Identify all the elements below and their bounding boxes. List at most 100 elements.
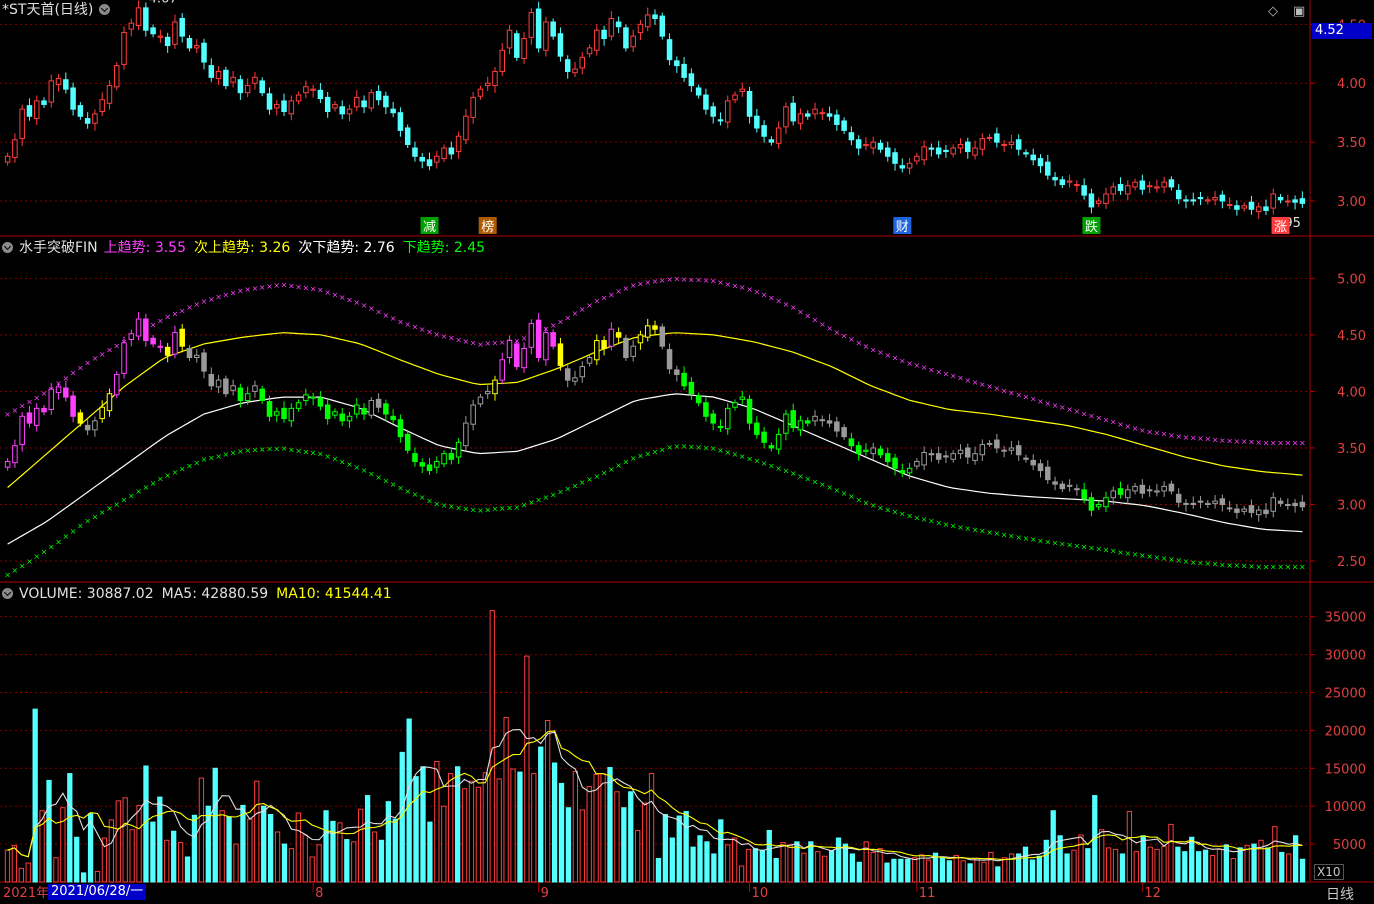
indicator-legend-value-1: 3.26 [259,240,291,256]
y-tick-label: 4.00 [1337,77,1366,92]
volume-bar [441,805,447,883]
candle [572,68,578,74]
upper-trend-mark: × [26,397,33,406]
upper-trend-mark: × [4,410,11,419]
volume-bar [94,870,101,883]
candle [870,141,876,149]
lower-trend-mark: × [972,525,979,534]
indicator-candle [128,333,135,340]
indicator-legend-sep: : [354,240,364,256]
volume-bar [1230,858,1236,883]
volume-bar [1029,859,1036,883]
indicator-candle [812,415,818,422]
indicator-candle [1088,497,1095,511]
volume-bar [1002,857,1008,883]
lower-trend-mark: × [303,447,310,456]
dropdown-circle-icon[interactable] [99,4,111,15]
candle [346,108,353,115]
upper-trend-mark: × [186,303,193,312]
lower-trend-mark: × [1183,557,1190,566]
volume-menu-icon[interactable] [2,588,13,599]
volume-bar [503,717,509,883]
y-tick-label: 20000 [1325,724,1366,739]
candle [375,90,382,101]
indicator-candle [1197,500,1204,503]
lower-trend-mark: × [1023,534,1030,543]
indicator-candle [834,421,840,432]
period-label[interactable]: 日线 [1326,884,1354,904]
indicator-candle [368,399,375,416]
candle [746,90,753,117]
indicator-candle [732,402,738,408]
volume-bar [946,860,952,883]
volume-bar [974,858,980,883]
lower-trend-mark: × [259,445,266,454]
diamond-icon[interactable]: ◇ [1268,4,1278,19]
candle [470,96,476,118]
month-label: 11 [919,886,936,901]
volume-bar [281,843,288,883]
candle [1219,194,1226,202]
candle [201,42,207,63]
y-tick-label: 30000 [1325,649,1366,664]
lower-trend-mark: × [383,477,390,486]
upper-trend-mark: × [914,361,921,370]
volume-bar [517,771,523,883]
lower-trend-mark: × [812,477,819,486]
lower-trend-mark: × [783,467,790,476]
lower-trend-mark: × [601,468,608,477]
upper-trend-mark: × [586,301,593,310]
candle [885,147,891,157]
lower-trend-mark: × [470,505,477,514]
upper-trend-mark: × [804,312,811,321]
candle [412,147,418,157]
volume-bar [898,858,904,883]
upper-trend-mark: × [601,294,608,303]
upper-trend-mark: × [404,320,411,329]
candle [674,60,680,67]
lower-trend-mark: × [513,503,520,512]
indicator-candle [572,377,578,382]
upper-trend-mark: × [753,287,760,296]
upper-trend-mark: × [1219,436,1226,445]
candle [419,156,425,162]
indicator-candle [528,323,535,348]
stock-chart-canvas[interactable]: 3.003.504.004.504.672.95减榜财跌涨2.503.003.5… [0,0,1374,901]
volume-bar [323,810,329,883]
upper-trend-mark: × [1052,401,1059,410]
lower-trend-mark: × [244,446,251,455]
upper-trend-mark: × [1124,422,1131,431]
candle [259,80,265,94]
volume-bar [912,857,918,883]
upper-trend-mark: × [652,277,659,286]
candle [1059,179,1066,186]
indicator-menu-icon[interactable] [2,242,13,253]
indicator-candle [601,340,607,349]
indicator-candle [550,332,556,347]
volume-bar [891,858,897,883]
candle [528,12,535,38]
candle [1030,154,1036,161]
upper-trend-mark: × [1095,414,1102,423]
indicator-candle [1285,504,1291,507]
lower-trend-mark: × [1103,546,1110,555]
lower-trend-mark: × [1226,561,1233,570]
indicator-legend-value-3: 2.45 [453,240,486,256]
indicator-candle [477,396,484,405]
volume-bar [46,779,52,883]
candle [339,106,345,115]
volume-bar [538,746,544,883]
candle [383,95,389,108]
lower-trend-mark: × [252,446,259,455]
y-tick-label: 35000 [1325,611,1366,626]
upper-trend-mark: × [1226,436,1233,445]
upper-trend-mark: × [266,282,273,291]
candle [499,49,506,72]
upper-trend-mark: × [812,316,819,325]
volume-bar [981,861,987,883]
window-toggle-icon[interactable]: ▣ [1293,4,1305,19]
upper-trend-mark: × [41,389,48,398]
indicator-candle [295,402,302,409]
lower-trend-mark: × [113,500,120,509]
indicator-candle [1299,501,1306,508]
